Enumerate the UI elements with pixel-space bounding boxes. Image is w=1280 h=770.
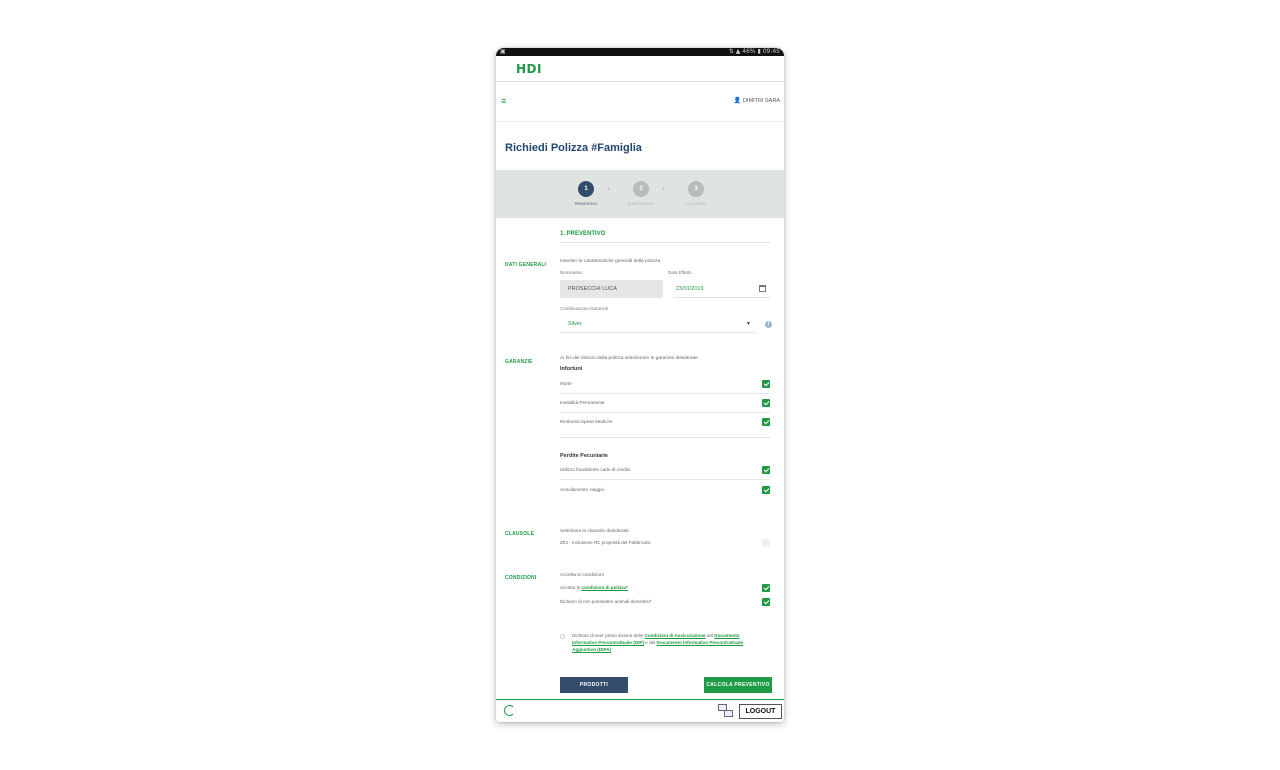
user-name: DIMITRI SARA: [743, 97, 780, 104]
garanzie-intro: Ai fini del rilascio della polizza selez…: [560, 356, 698, 361]
step-1-label: PREVENTIVO: [574, 202, 598, 206]
dati-generali-label: DATI GENERALI: [505, 262, 547, 268]
section-divider: [560, 242, 770, 243]
screens-icon[interactable]: [718, 704, 734, 718]
prodotti-button[interactable]: PRODOTTI: [560, 677, 628, 693]
combinazione-value: Silver: [568, 321, 582, 327]
step-2-label: QUESTIONARIO: [627, 202, 655, 206]
clausola-label: Z04 - Inclusione RC proprietà del Fabbri…: [560, 540, 651, 545]
user-icon: 👤: [733, 98, 742, 104]
clausole-label: CLAUSOLE: [505, 531, 535, 537]
garanzia-label: Annullamento viaggio: [560, 487, 604, 492]
garanzia-row-carte: Utilizzo fraudolento carte di credito: [560, 461, 770, 480]
step-1-circle[interactable]: 1: [578, 181, 594, 197]
garanzia-row-viaggio: Annullamento viaggio: [560, 481, 770, 500]
condizione-prefix: Accetto le: [560, 585, 581, 590]
step-2-circle[interactable]: 2: [633, 181, 649, 197]
status-bar-left: ▣: [500, 48, 506, 55]
garanzia-label: Utilizzo fraudolento carte di credito: [560, 467, 631, 472]
calcola-preventivo-button[interactable]: CALCOLA PREVENTIVO: [704, 677, 772, 693]
dropdown-caret-icon: ▼: [746, 321, 751, 327]
chevron-right-icon: ›: [662, 184, 665, 193]
top-navigation: ≡ 👤 DIMITRI SARA: [496, 82, 784, 122]
data-effetto-label: Data Effetto: [668, 270, 692, 275]
condizione-checkbox[interactable]: [762, 598, 770, 606]
declaration-text: Dichiaro di aver preso visione delle Con…: [572, 632, 762, 653]
garanzia-label: Rimborso Spese Mediche: [560, 419, 613, 424]
wizard-stepper: 1 PREVENTIVO › 2 QUESTIONARIO › 3 DOCUME…: [496, 170, 784, 218]
declaration-checkbox[interactable]: [560, 634, 565, 639]
status-bar: ▣ ⇅ ▲ 46% ▮ 09:45: [496, 48, 784, 56]
dati-generali-intro: Inserisci le caratteristiche generali de…: [560, 259, 660, 264]
garanzia-checkbox[interactable]: [762, 399, 770, 407]
status-bar-right: ⇅ ▲ 46% ▮ 09:45: [728, 48, 780, 55]
app-header: HDI: [496, 56, 784, 82]
combinazione-select[interactable]: Silver ▼: [560, 316, 755, 333]
section-title: 1. PREVENTIVO: [560, 231, 606, 237]
garanzia-checkbox[interactable]: [762, 486, 770, 494]
infortuni-title: Infortuni: [560, 366, 583, 372]
garanzia-checkbox[interactable]: [762, 380, 770, 388]
info-icon[interactable]: i: [765, 321, 772, 328]
logout-button[interactable]: LOGOUT: [739, 704, 782, 719]
perdite-pecuniarie-title: Perdite Pecuniarie: [560, 453, 608, 459]
garanzie-label: GARANZIE: [505, 359, 533, 365]
refresh-icon[interactable]: [504, 705, 515, 716]
garanzia-row-invalidita: Invalidità Permanente: [560, 394, 770, 413]
bottom-toolbar: LOGOUT: [496, 700, 784, 722]
hamburger-icon[interactable]: ≡: [501, 97, 506, 106]
nominativo-label: Nominativo: [560, 270, 583, 275]
declaration-text-2: del: [705, 633, 715, 638]
condizioni-assicurazione-link[interactable]: Condizioni di Assicurazione: [645, 633, 706, 638]
data-effetto-value: 23/01/2019: [676, 286, 704, 292]
declaration-text-1: Dichiaro di aver preso visione delle: [572, 633, 645, 638]
step-3-circle[interactable]: 3: [688, 181, 704, 197]
condizione-row-animali: Dichiaro di non possedere animali domest…: [560, 593, 770, 612]
condizioni-label: CONDIZIONI: [505, 575, 537, 581]
garanzia-label: Invalidità Permanente: [560, 400, 605, 405]
condizione-label: Accetto le condizioni di polizza*: [560, 585, 628, 590]
calendar-icon[interactable]: [759, 285, 766, 292]
condizioni-polizza-link[interactable]: condizioni di polizza*: [581, 585, 627, 590]
combinazione-label: Combinazione Garanzie: [560, 306, 609, 311]
user-menu[interactable]: 👤 DIMITRI SARA: [733, 97, 780, 105]
condizione-checkbox[interactable]: [762, 584, 770, 592]
step-3-label: DOCUMENTI: [685, 202, 707, 206]
nominativo-field[interactable]: PROSECCHI LUCA: [560, 280, 663, 298]
garanzia-checkbox[interactable]: [762, 466, 770, 474]
group-divider: [560, 437, 770, 438]
device-screen: ▣ ⇅ ▲ 46% ▮ 09:45 HDI ≡ 👤 DIMITRI SARA R…: [496, 48, 784, 722]
garanzia-checkbox[interactable]: [762, 418, 770, 426]
data-effetto-field[interactable]: 23/01/2019: [674, 280, 770, 298]
hdi-logo[interactable]: HDI: [516, 62, 542, 76]
chevron-right-icon: ›: [607, 184, 610, 193]
condizione-label: Dichiaro di non possedere animali domest…: [560, 599, 652, 604]
garanzia-row-rimborso: Rimborso Spese Mediche: [560, 413, 770, 432]
condizioni-intro: Accetta le condizioni: [560, 573, 604, 578]
page-title: Richiedi Polizza #Famiglia: [505, 142, 642, 154]
clausola-checkbox[interactable]: [762, 539, 770, 547]
garanzia-label: Morte: [560, 381, 572, 386]
clausola-row: Z04 - Inclusione RC proprietà del Fabbri…: [560, 534, 770, 553]
declaration-text-3: e del: [643, 640, 657, 645]
garanzia-row-morte: Morte: [560, 375, 770, 394]
